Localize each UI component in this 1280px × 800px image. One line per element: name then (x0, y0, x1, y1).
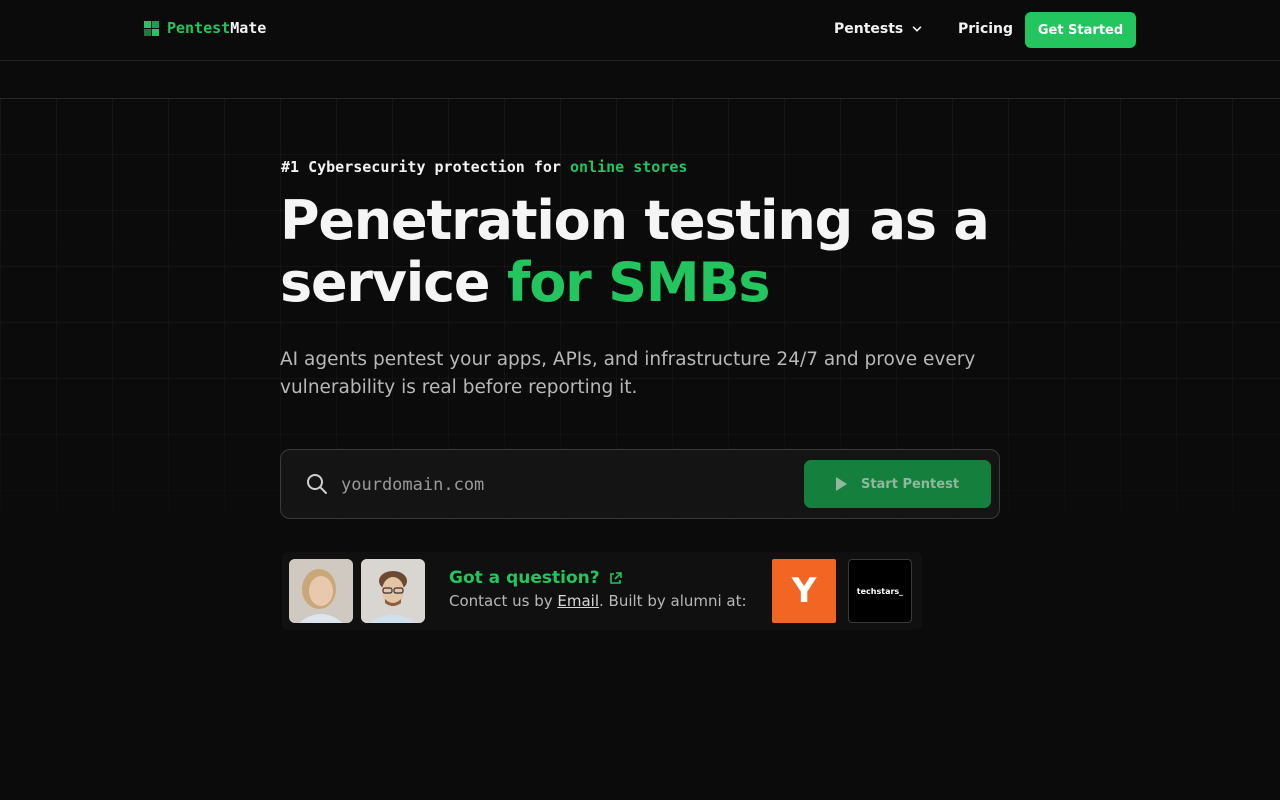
start-pentest-label: Start Pentest (860, 476, 960, 492)
hero-title: Penetration testing as a service for SMB… (280, 189, 990, 314)
avatar (361, 559, 425, 623)
contact-line: Contact us by Email. Built by alumni at: (449, 592, 747, 610)
domain-search-bar: Start Pentest (280, 449, 1000, 519)
hero-eyebrow: #1 Cybersecurity protection for online s… (281, 158, 688, 176)
question-link[interactable]: Got a question? (449, 568, 623, 588)
site-header: PentestMate Pentests Pricing Get Started (0, 0, 1280, 61)
play-icon (835, 477, 847, 491)
nav-pricing-link[interactable]: Pricing (958, 21, 1013, 37)
question-title: Got a question? (449, 568, 600, 588)
nav-pentests-label: Pentests (834, 21, 904, 37)
logo[interactable]: PentestMate (144, 19, 266, 37)
start-pentest-button[interactable]: Start Pentest (804, 460, 991, 508)
domain-input[interactable] (341, 468, 781, 502)
logo-text: PentestMate (167, 19, 267, 37)
avatar (289, 559, 353, 623)
hero-subtitle: AI agents pentest your apps, APIs, and i… (280, 349, 976, 398)
contact-strip: Got a question? Contact us by Email. Bui… (282, 552, 922, 630)
nav-pentests-dropdown[interactable]: Pentests (834, 21, 922, 37)
divider (0, 98, 1280, 99)
grid-logo-icon (144, 20, 159, 36)
chevron-down-icon (912, 26, 922, 32)
techstars-logo: techstars_ (848, 559, 912, 623)
y-combinator-logo: Y (772, 559, 836, 623)
email-link[interactable]: Email (557, 592, 599, 610)
search-icon (307, 474, 327, 494)
external-link-icon (609, 571, 622, 584)
get-started-button[interactable]: Get Started (1025, 12, 1136, 48)
